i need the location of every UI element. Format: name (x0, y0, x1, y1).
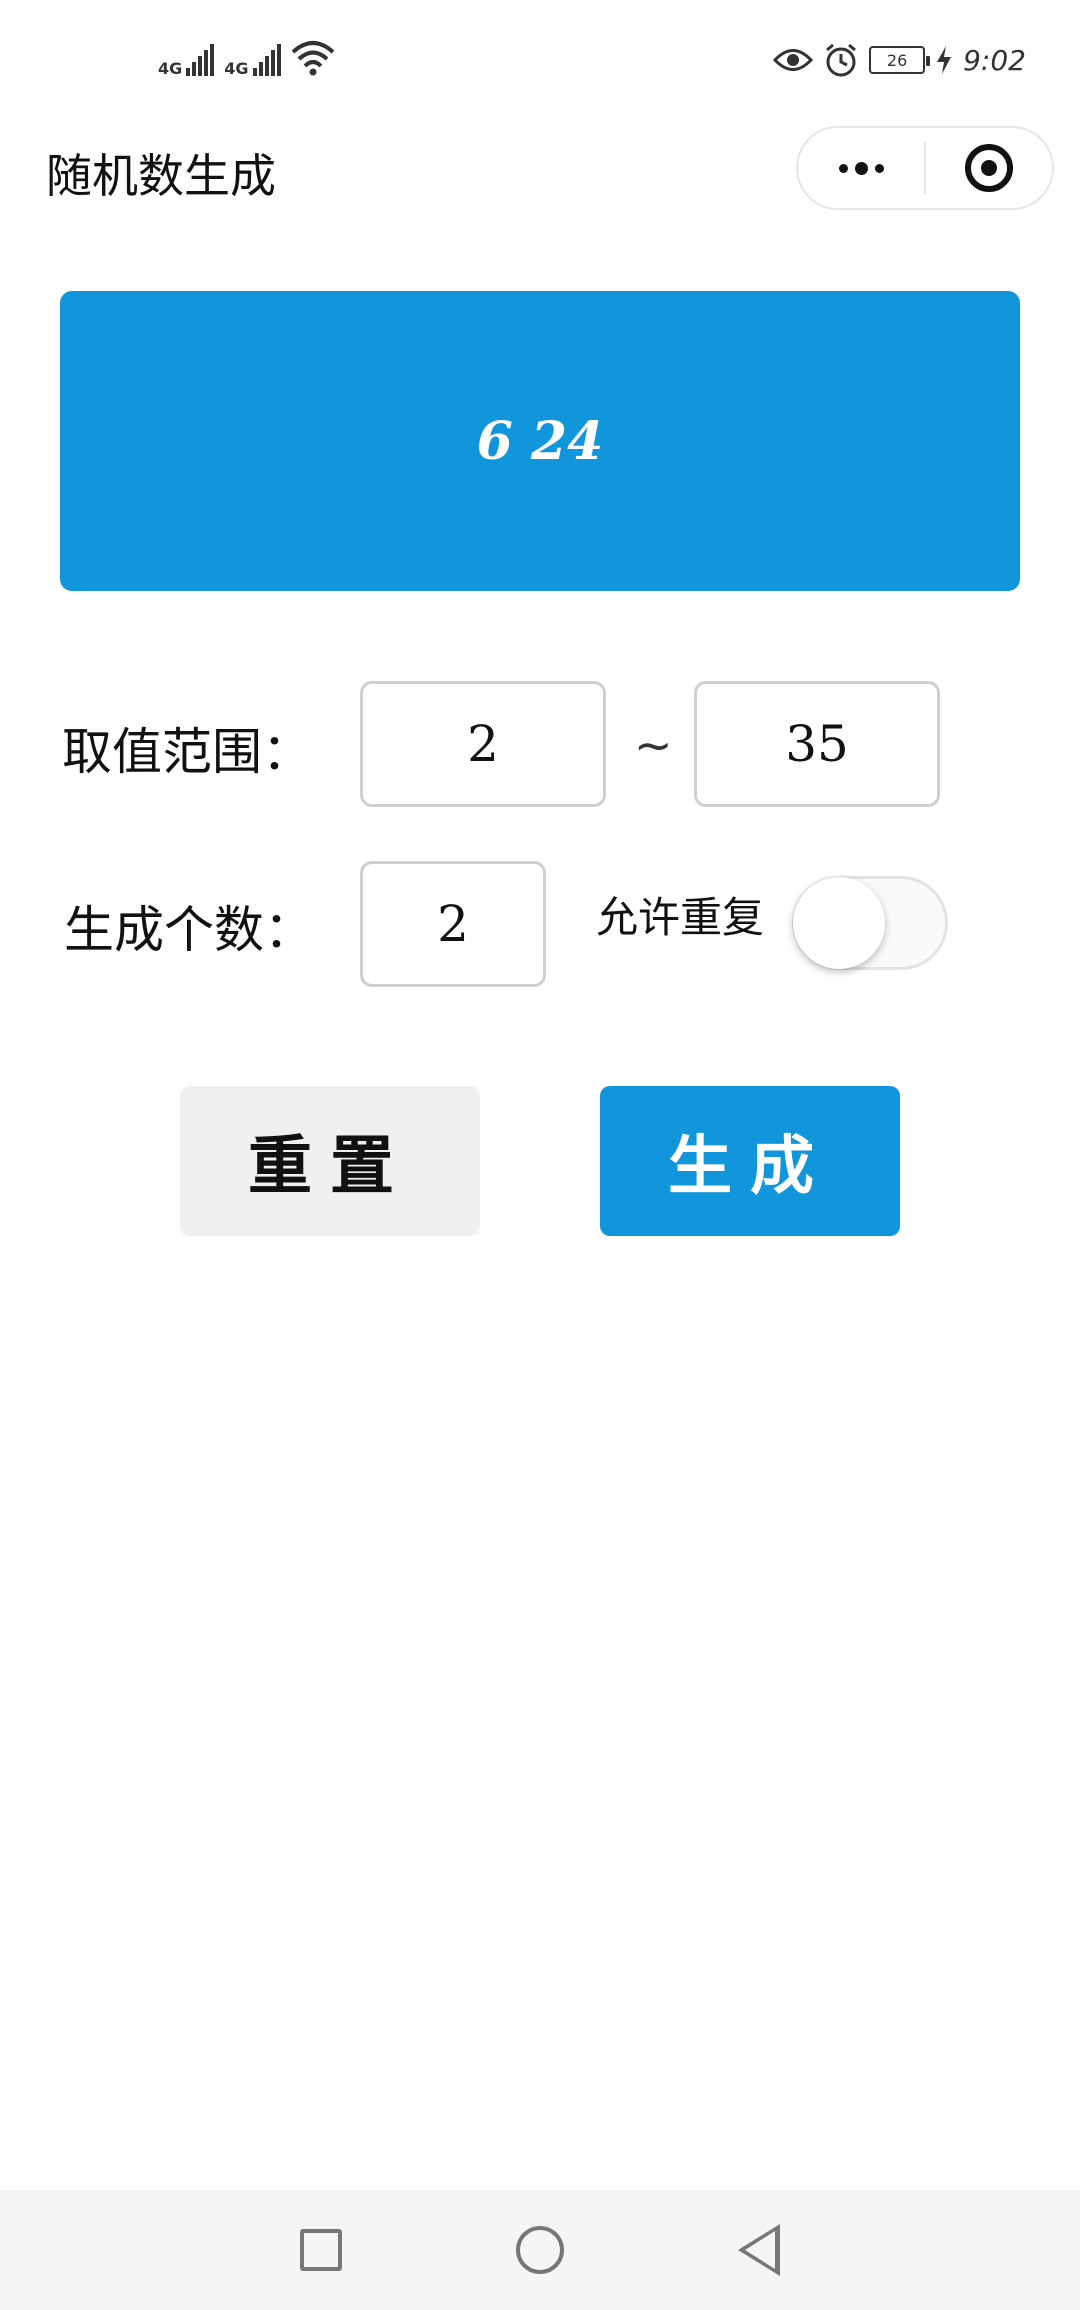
status-bar: 4G 4G 26 9:02 (0, 0, 1080, 120)
clock: 9:02 (963, 43, 1026, 77)
range-max-input[interactable]: 35 (694, 681, 940, 807)
miniprogram-capsule (796, 126, 1054, 210)
signal-icon: 4G (158, 44, 215, 78)
range-separator: ~ (634, 718, 673, 772)
result-display: 6 24 (60, 291, 1020, 591)
app-page: 4G 4G 26 9:02 随机数生成 6 24 取值范围： 2 ~ 35 生成… (0, 0, 1080, 2310)
system-nav-bar (0, 2190, 1080, 2310)
close-miniprogram-button[interactable] (926, 128, 1052, 208)
generate-button[interactable]: 生成 (600, 1086, 900, 1236)
back-icon[interactable] (738, 2224, 780, 2276)
eye-icon (773, 49, 814, 71)
alarm-icon (826, 43, 857, 77)
home-icon[interactable] (516, 2226, 564, 2274)
battery-level: 26 (886, 50, 908, 70)
status-icons: 26 9:02 (773, 42, 1026, 78)
page-title: 随机数生成 (46, 149, 276, 203)
reset-button[interactable]: 重置 (180, 1086, 480, 1236)
count-label: 生成个数： (64, 901, 314, 959)
allow-repeat-switch[interactable] (792, 876, 948, 970)
network-type-label: 4G (224, 59, 249, 78)
signal-icon: 4G (224, 44, 281, 78)
signal-indicators: 4G 4G (158, 40, 335, 78)
target-icon (964, 144, 1013, 192)
allow-repeat-label: 允许重复 (596, 893, 765, 942)
range-min-input[interactable]: 2 (360, 681, 606, 807)
battery-icon: 26 (869, 46, 931, 74)
range-label: 取值范围： (62, 723, 312, 781)
network-type-label: 4G (158, 59, 183, 78)
wifi-icon (291, 41, 334, 76)
count-input[interactable]: 2 (360, 861, 546, 987)
switch-knob (793, 877, 885, 969)
more-dots-icon (838, 161, 884, 175)
more-button[interactable] (798, 128, 924, 208)
charging-icon (937, 46, 952, 74)
nav-bar: 随机数生成 (0, 120, 1080, 230)
recent-apps-icon[interactable] (300, 2229, 342, 2271)
